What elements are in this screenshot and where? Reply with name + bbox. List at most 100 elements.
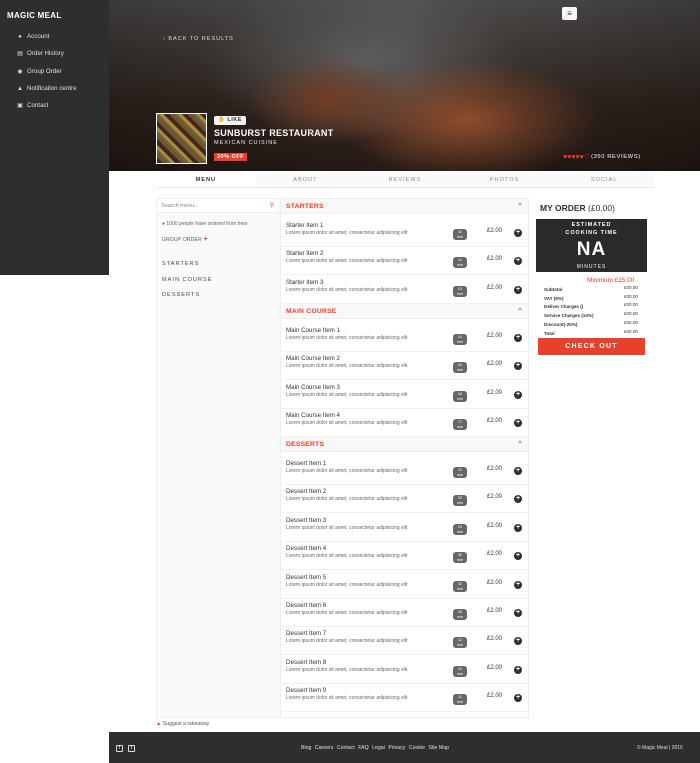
section-header-desserts[interactable]: DESSERTS ^ (281, 437, 528, 452)
add-item-button[interactable]: + (514, 523, 522, 532)
group-order-label: GROUP ORDER (162, 237, 202, 243)
section-title: DESSERTS (286, 441, 325, 448)
search-icon[interactable]: ⚲ (270, 202, 274, 209)
section-header-main-course[interactable]: MAIN COURSE ^ (281, 304, 528, 319)
add-item-button[interactable]: + (514, 467, 522, 475)
chevron-up-icon[interactable]: ^ (518, 304, 522, 319)
sidebar-item-label: Contact (27, 102, 49, 109)
footer-link-careers[interactable]: Careers (315, 745, 333, 751)
prep-time-value: 25 (457, 610, 463, 614)
summary-row: Deliver Charges () £00.00 (544, 302, 638, 310)
sidebar-item-notification-centre[interactable]: ▲ Notification centre (17, 85, 77, 92)
cooking-time-value: NA (576, 239, 607, 260)
bell-icon: ▲ (17, 85, 23, 92)
prep-time-badge: 15 min (453, 362, 467, 374)
like-button[interactable]: ✋ LIKE (214, 116, 246, 125)
footer-link-site-map[interactable]: Site Map (429, 745, 449, 751)
facebook-icon[interactable]: f (116, 745, 123, 752)
summary-label: Deliver Charges () (544, 304, 584, 310)
add-item-button[interactable]: + (514, 665, 522, 674)
prep-time-unit: min (456, 368, 464, 373)
prep-time-unit: min (456, 425, 464, 430)
menu-toggle-button[interactable]: ≡ (562, 7, 577, 20)
prep-time-unit: min (456, 501, 464, 506)
chevron-up-icon[interactable]: ^ (518, 199, 522, 214)
prep-time-badge: 31 min (453, 665, 467, 677)
group-order-link[interactable]: GROUP ORDER + (162, 236, 208, 243)
tab-about[interactable]: ABOUT (256, 172, 356, 187)
add-item-button[interactable]: + (514, 229, 522, 237)
suggest-takeaway-link[interactable]: ▲ Suggest a takeaway (156, 721, 209, 727)
summary-label: VAT (5%) (544, 295, 564, 301)
back-to-results-link[interactable]: ‹ BACK TO RESULTS (163, 36, 234, 42)
sidebar-item-account[interactable]: ● Account (17, 33, 49, 40)
prep-time-value: 11 (458, 695, 462, 700)
menu-item-price: £2.00 (487, 693, 503, 700)
footer-link-contact[interactable]: Contact (337, 745, 355, 751)
footer-link-privacy[interactable]: Privacy (388, 745, 405, 751)
prep-time-badge: 12 min (453, 257, 467, 269)
prep-time-value: 15 (457, 363, 463, 368)
tab-menu[interactable]: MENU (156, 172, 256, 187)
add-item-button[interactable]: + (514, 580, 522, 589)
menu-item-name: Main Course Item 4 (286, 412, 340, 420)
category-link-desserts[interactable]: DESSERTS (162, 292, 200, 298)
add-item-button[interactable]: + (514, 495, 522, 504)
menu-item-price: £2.00 (487, 466, 503, 472)
menu-item: Dessert Item 5 Lorem ipsum dolor sit amet… (281, 571, 528, 599)
twitter-icon[interactable]: t (128, 745, 135, 752)
prep-time-badge: 12 min (453, 637, 467, 649)
footer-link-faq[interactable]: FAQ (358, 745, 368, 751)
my-order-title: MY ORDER (£0.00) (540, 203, 615, 213)
menu-item-name: Main Course Item 2 (286, 355, 340, 363)
menu-item-description: Lorem ipsum dolor sit amet, consectetur … (286, 666, 408, 673)
summary-row: Discount(-20%) £00.00 (544, 319, 638, 327)
add-item-button[interactable]: + (514, 637, 522, 646)
menu-item-name: Dessert Item 4 (286, 545, 327, 553)
tab-social[interactable]: SOCIAL (554, 172, 654, 187)
sidebar-item-contact[interactable]: ▣ Contact (17, 102, 48, 109)
category-link-starters[interactable]: STARTERS (162, 261, 199, 267)
menu-item-name: Starter Item 1 (286, 222, 324, 229)
order-title-text: MY ORDER (540, 203, 586, 213)
prep-time-value: 30 (457, 553, 463, 558)
plus-icon: + (203, 236, 208, 243)
add-item-button[interactable]: + (514, 552, 522, 561)
add-item-button[interactable]: + (514, 285, 522, 294)
rating[interactable]: ♥♥♥♥♥♡ (350 REVIEWS) (563, 153, 641, 161)
sidebar-item-group-order[interactable]: ◉ Group Order (17, 68, 61, 75)
footer-link-legal[interactable]: Legal (372, 745, 385, 751)
menu-item: Main Course Item 2 Lorem ipsum dolor sit … (281, 352, 528, 381)
menu-item-price: £2.00 (487, 579, 503, 586)
summary-value: £00.00 (623, 293, 638, 299)
footer-link-blog[interactable]: Blog (301, 745, 311, 751)
hamburger-icon: ≡ (567, 9, 572, 18)
category-link-main-course[interactable]: MAIN COURSE (162, 277, 212, 283)
restaurant-cuisine: MEXICAN CUISINE (214, 140, 278, 146)
add-item-button[interactable]: + (514, 609, 522, 617)
section-header-starters[interactable]: STARTERS ^ (281, 199, 528, 214)
tab-photos[interactable]: PHOTOS (455, 172, 555, 187)
menu-item-price: £2.00 (487, 551, 503, 558)
add-item-button[interactable]: + (514, 334, 522, 342)
prep-time-unit: min (456, 643, 464, 648)
menu-search-input[interactable]: Search menu... ⚲ (157, 199, 278, 213)
menu-item-description: Lorem ipsum dolor sit amet, consectetur … (286, 258, 408, 265)
menu-item-description: Lorem ipsum dolor sit amet, consectetur … (286, 524, 408, 531)
add-item-button[interactable]: + (514, 390, 522, 399)
chevron-up-icon[interactable]: ^ (518, 437, 522, 452)
footer-link-cookie[interactable]: Cookie (409, 745, 425, 751)
orders-note: ● 1000 people have ordered from here (162, 221, 248, 227)
menu-item-name: Dessert Item 2 (286, 488, 327, 496)
add-item-button[interactable]: + (514, 694, 522, 703)
summary-value: £00.00 (623, 319, 638, 325)
brand-logo[interactable]: MAGIC MEAL (7, 11, 62, 20)
user-icon: ● (18, 33, 22, 40)
add-item-button[interactable]: + (514, 419, 522, 428)
tab-reviews[interactable]: REVIEWS (355, 172, 455, 187)
sidebar-item-order-history[interactable]: ▤ Order History (17, 50, 64, 57)
add-item-button[interactable]: + (514, 257, 522, 266)
add-item-button[interactable]: + (514, 362, 522, 371)
menu-item-description: Lorem ipsum dolor sit amet, consectetur … (286, 230, 408, 236)
checkout-button[interactable]: CHECK OUT (538, 338, 645, 355)
